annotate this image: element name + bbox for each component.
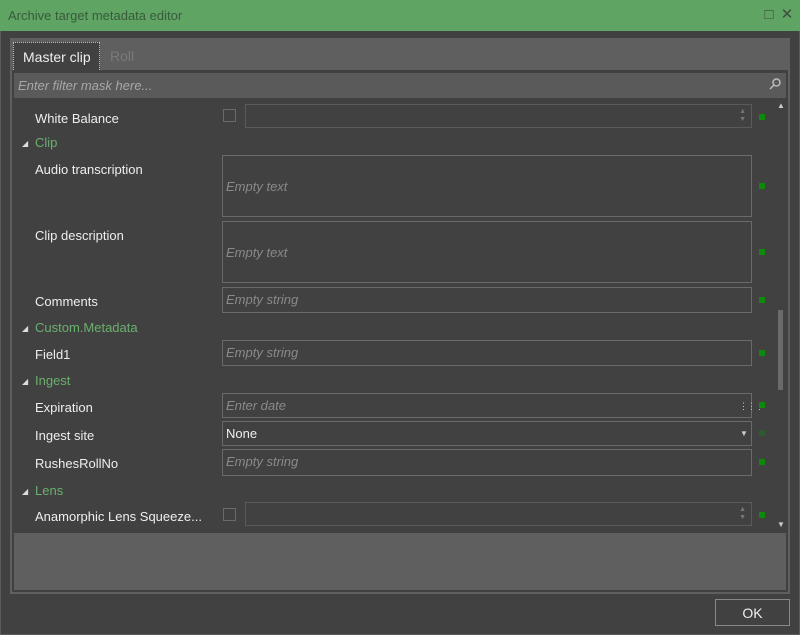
- ingest-site-label: Ingest site: [35, 428, 95, 443]
- anamorphic-label: Anamorphic Lens Squeeze...: [35, 509, 202, 524]
- group-custom-metadata[interactable]: Custom.Metadata: [35, 320, 138, 335]
- rushes-roll-field[interactable]: Empty string: [222, 449, 752, 476]
- collapse-icon[interactable]: ◢: [22, 139, 28, 148]
- expiration-label: Expiration: [35, 400, 93, 415]
- description-area: [14, 533, 786, 590]
- collapse-icon[interactable]: ◢: [22, 377, 28, 386]
- field1-label: Field1: [35, 347, 71, 362]
- status-indicator: [759, 402, 765, 408]
- status-indicator: [759, 430, 765, 436]
- comments-field[interactable]: Empty string: [222, 287, 752, 313]
- audio-transcription-label: Audio transcription: [35, 162, 143, 177]
- scroll-down-icon[interactable]: ▼: [777, 520, 785, 529]
- chevron-down-icon[interactable]: ▼: [740, 429, 748, 438]
- group-lens[interactable]: Lens: [35, 483, 63, 498]
- ingest-site-dropdown[interactable]: None: [222, 421, 752, 446]
- scroll-up-icon[interactable]: ▲: [777, 101, 785, 110]
- search-icon[interactable]: [768, 77, 782, 91]
- status-indicator: [759, 297, 765, 303]
- clip-description-label: Clip description: [35, 228, 124, 243]
- ok-button[interactable]: OK: [715, 599, 790, 626]
- status-indicator: [759, 459, 765, 465]
- maximize-icon[interactable]: □: [762, 7, 776, 22]
- field1-field[interactable]: Empty string: [222, 340, 752, 366]
- filter-input[interactable]: [14, 73, 786, 98]
- close-icon[interactable]: ✕: [780, 7, 794, 22]
- white-balance-spinner[interactable]: ▲ ▼: [245, 104, 752, 128]
- anamorphic-spinner[interactable]: ▲ ▼: [245, 502, 752, 526]
- white-balance-label: White Balance: [35, 111, 119, 126]
- status-indicator: [759, 350, 765, 356]
- expiration-field[interactable]: Enter date: [222, 393, 752, 418]
- collapse-icon[interactable]: ◢: [22, 487, 28, 496]
- audio-transcription-field[interactable]: Empty text: [222, 155, 752, 217]
- window-title: Archive target metadata editor: [8, 8, 183, 23]
- clip-description-field[interactable]: Empty text: [222, 221, 752, 283]
- rushes-roll-label: RushesRollNo: [35, 456, 119, 471]
- tab-roll[interactable]: Roll: [110, 48, 134, 64]
- status-indicator: [759, 114, 765, 120]
- status-indicator: [759, 183, 765, 189]
- white-balance-checkbox[interactable]: [223, 109, 236, 122]
- anamorphic-checkbox[interactable]: [223, 508, 236, 521]
- status-indicator: [759, 249, 765, 255]
- comments-label: Comments: [35, 294, 98, 309]
- collapse-icon[interactable]: ◢: [22, 324, 28, 333]
- scrollbar-thumb[interactable]: [778, 310, 783, 390]
- status-indicator: [759, 512, 765, 518]
- group-clip[interactable]: Clip: [35, 135, 57, 150]
- group-ingest[interactable]: Ingest: [35, 373, 70, 388]
- tab-master-clip[interactable]: Master clip: [13, 42, 100, 70]
